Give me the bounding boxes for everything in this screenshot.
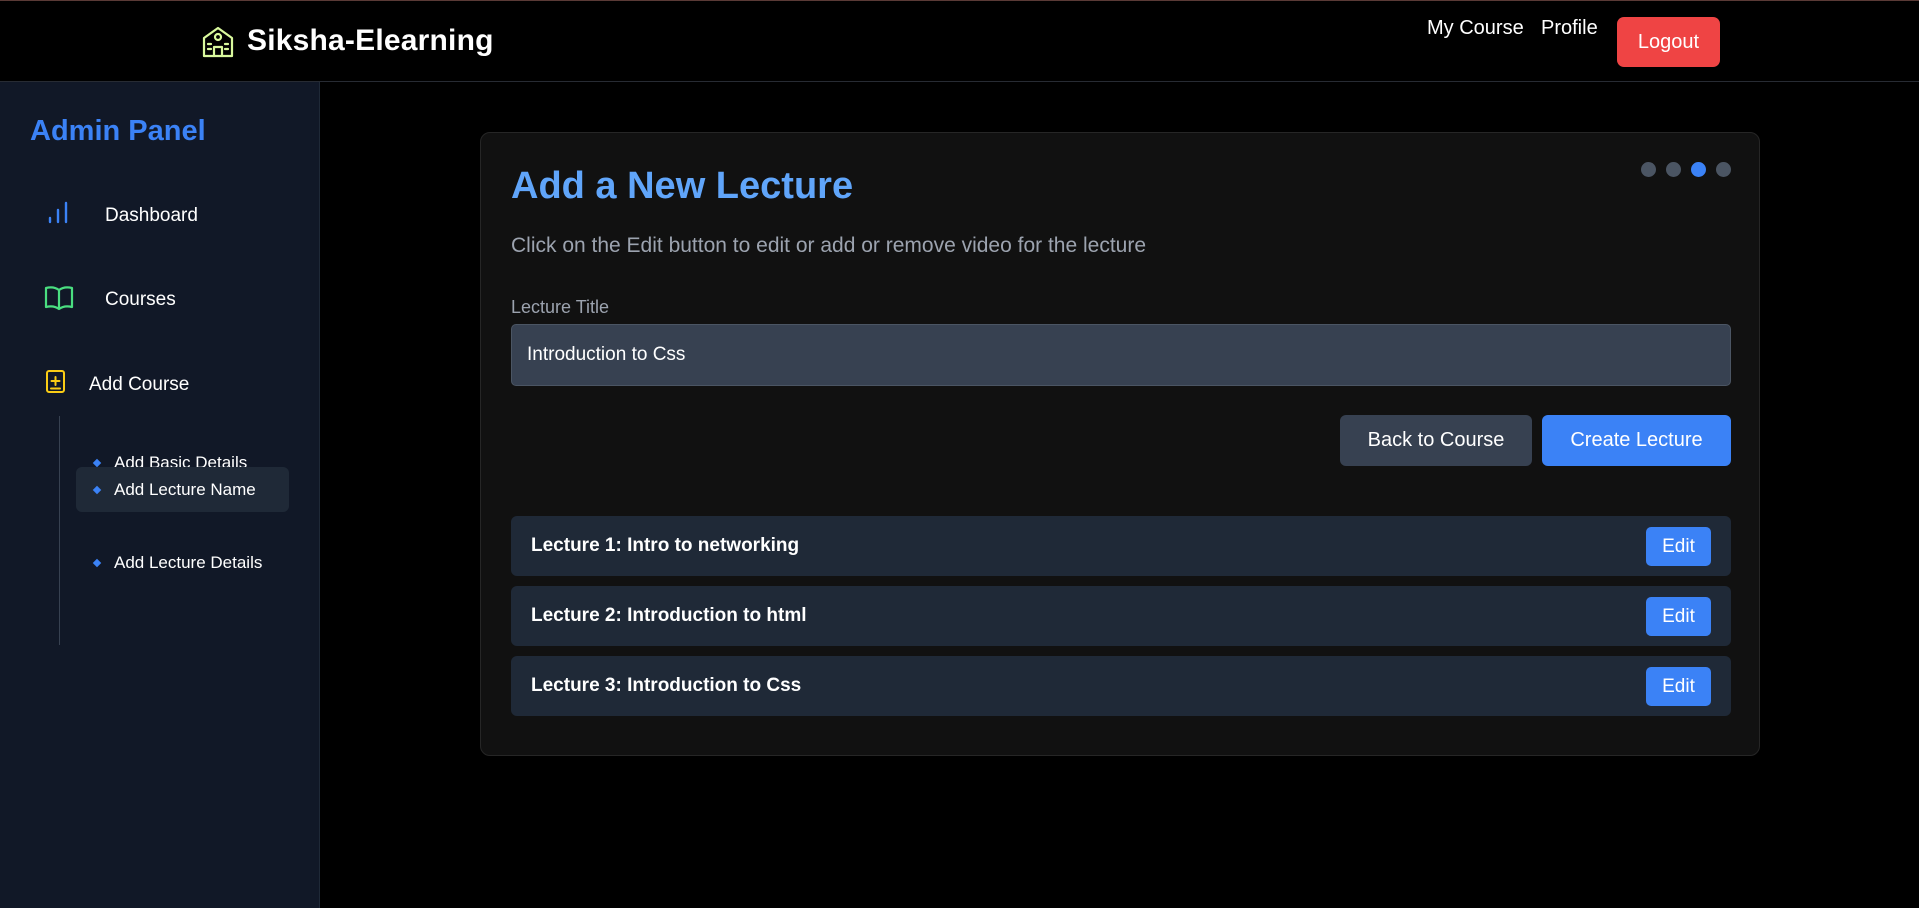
brand-name: Siksha-Elearning (247, 24, 494, 57)
lecture-name: Lecture 2: Introduction to html (531, 605, 807, 626)
sidebar: Admin Panel Dashboard Courses Add Course (0, 82, 320, 908)
submenu-divider (59, 416, 60, 645)
step-dot (1666, 162, 1681, 177)
lecture-row: Lecture 1: Intro to networking Edit (511, 516, 1731, 576)
edit-lecture-button[interactable]: Edit (1646, 597, 1711, 636)
lecture-title-label: Lecture Title (511, 297, 610, 317)
step-indicator (1641, 162, 1731, 177)
page-title: Add a New Lecture (511, 165, 854, 207)
create-lecture-button[interactable]: Create Lecture (1542, 415, 1731, 466)
book-icon (44, 283, 74, 316)
sidebar-item-label: Dashboard (105, 204, 198, 226)
sidebar-item-courses[interactable]: Courses (44, 283, 176, 316)
diamond-bullet-icon (92, 558, 102, 567)
lecture-row: Lecture 2: Introduction to html Edit (511, 586, 1731, 646)
sidebar-subitem-add-lecture-name[interactable]: Add Lecture Name (76, 467, 289, 512)
sidebar-item-dashboard[interactable]: Dashboard (44, 199, 198, 232)
page-subtitle: Click on the Edit button to edit or add … (511, 234, 1147, 257)
sidebar-subitem-label: Add Lecture Details (114, 552, 263, 572)
sidebar-subitem-add-lecture-details[interactable]: Add Lecture Details (76, 540, 289, 585)
nav-profile-link[interactable]: Profile (1541, 17, 1598, 40)
school-icon (200, 23, 236, 59)
nav-my-course-link[interactable]: My Course (1427, 17, 1524, 40)
sidebar-subitem-label: Add Lecture Name (114, 479, 256, 499)
sidebar-item-label: Add Course (89, 373, 190, 395)
bar-chart-icon (44, 199, 72, 232)
step-dot (1716, 162, 1731, 177)
lecture-title-input[interactable] (511, 324, 1731, 386)
add-lecture-card: Add a New Lecture Click on the Edit butt… (480, 132, 1760, 756)
logout-button[interactable]: Logout (1617, 17, 1720, 67)
step-dot-active (1691, 162, 1706, 177)
edit-lecture-button[interactable]: Edit (1646, 667, 1711, 706)
sidebar-item-label: Courses (105, 288, 176, 310)
sidebar-title: Admin Panel (30, 115, 206, 147)
back-to-course-button[interactable]: Back to Course (1340, 415, 1532, 466)
sidebar-item-add-course[interactable]: Add Course (44, 369, 189, 400)
step-dot (1641, 162, 1656, 177)
lecture-name: Lecture 3: Introduction to Css (531, 675, 802, 696)
brand[interactable]: Siksha-Elearning (200, 23, 494, 59)
lecture-row: Lecture 3: Introduction to Css Edit (511, 656, 1731, 716)
add-file-icon (44, 369, 68, 400)
lecture-name: Lecture 1: Intro to networking (531, 535, 800, 556)
top-navbar: Siksha-Elearning My Course Profile Logou… (0, 0, 1919, 82)
edit-lecture-button[interactable]: Edit (1646, 527, 1711, 566)
diamond-bullet-icon (92, 485, 102, 494)
diamond-bullet-icon (92, 458, 102, 467)
